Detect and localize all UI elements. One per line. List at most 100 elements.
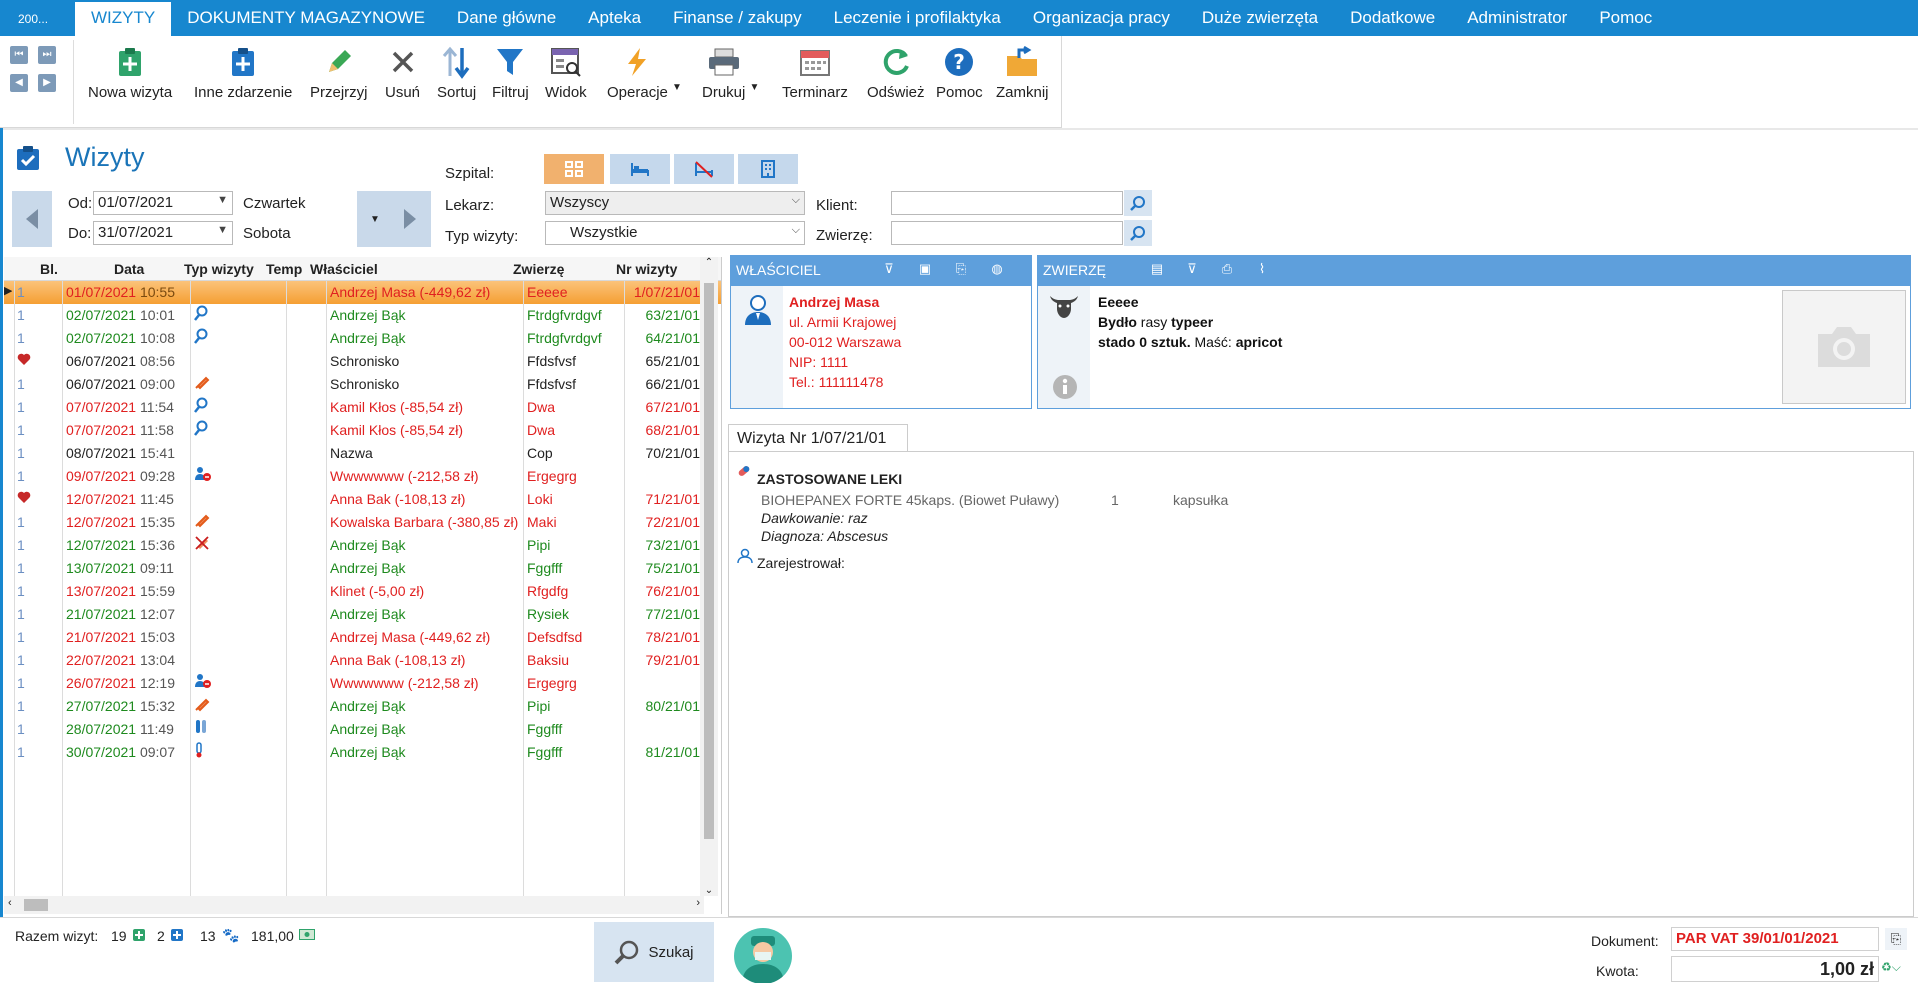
prev-record-icon[interactable]: ◀ [10,74,28,92]
do-date-field[interactable]: 31/07/2021 ▼ [93,221,233,245]
first-record-icon[interactable]: ⏮ [10,46,28,64]
table-row[interactable]: 1 26/07/2021 12:19 Wwwwwww (-212,58 zł) … [4,672,721,695]
grid-vertical-scrollbar[interactable]: ⌃ ⌄ [700,257,718,896]
sort-button[interactable]: Sortuj [437,44,476,101]
table-row[interactable]: ▶ 1 01/07/2021 10:55 Andrzej Masa (-449,… [4,281,721,304]
table-row[interactable]: 1 06/07/2021 09:00 Schronisko Ffdsfvsf 6… [4,373,721,396]
table-row[interactable]: 1 13/07/2021 15:59 Klinet (-5,00 zł) Rfg… [4,580,721,603]
drug-unit: kapsułka [1173,492,1229,508]
col-typ[interactable]: Typ wizyty [176,257,264,280]
table-row[interactable]: 1 08/07/2021 15:41 Nazwa Cop 70/21/01 [4,442,721,465]
col-data[interactable]: Data [42,257,176,280]
print-button[interactable]: Drukuj ▼ [702,44,759,101]
money-icon[interactable]: ▣ [916,261,934,279]
grid-horizontal-scroll-thumb[interactable] [24,899,48,911]
calendar-button[interactable]: Terminarz [782,44,848,101]
table-row[interactable]: 1 09/07/2021 09:28 Wwwwwww (-212,58 zł) … [4,465,721,488]
col-zwierze[interactable]: Zwierzę [508,257,608,280]
document-number-field[interactable]: PAR VAT 39/01/01/2021 [1671,927,1879,951]
table-row[interactable]: 1 13/07/2021 09:11 Andrzej Bąk Fggfff 75… [4,557,721,580]
building-toggle[interactable] [738,154,798,184]
owner-name[interactable]: Andrzej Masa [789,292,901,312]
table-row[interactable]: 1 30/07/2021 09:07 Andrzej Bąk Fggfff 81… [4,741,721,764]
table-row[interactable]: 1 12/07/2021 15:35 Kowalska Barbara (-38… [4,511,721,534]
view-button[interactable]: Przejrzyj [310,44,368,101]
animal-name[interactable]: Eeeee [1098,292,1282,312]
amount-field[interactable]: 1,00 zł [1671,956,1879,982]
menu-administrator[interactable]: Administrator [1451,8,1583,36]
menu-duze-zwierzeta[interactable]: Duże zwierzęta [1186,8,1334,36]
layout-view-button[interactable]: Widok [545,44,587,101]
document-icon[interactable]: ⎘ [1885,928,1907,950]
app-label[interactable]: 200... [0,12,75,36]
table-row[interactable]: 1 12/07/2021 15:36 Andrzej Bąk Pipi 73/2… [4,534,721,557]
table-row[interactable]: 1 21/07/2021 15:03 Andrzej Masa (-449,62… [4,626,721,649]
info-icon[interactable] [1052,374,1078,400]
menu-apteka[interactable]: Apteka [572,8,657,36]
menu-pomoc[interactable]: Pomoc [1583,8,1668,36]
menu-wizyty[interactable]: WIZYTY [75,2,172,36]
period-select-button[interactable]: ▼ [357,191,431,247]
prev-period-button[interactable] [12,191,52,247]
klient-search-button[interactable] [1124,190,1152,216]
grid-vertical-scroll-thumb[interactable] [704,283,714,839]
table-row[interactable]: 1 07/07/2021 11:58 Kamil Kłos (-85,54 zł… [4,419,721,442]
table-row[interactable]: 1 28/07/2021 11:49 Andrzej Bąk Fggfff [4,718,721,741]
table-row[interactable]: 1 21/07/2021 12:07 Andrzej Bąk Rysiek 77… [4,603,721,626]
filter-button[interactable]: Filtruj [492,44,529,101]
payment-dropdown-icon[interactable]: ♻⌵ [1881,960,1901,975]
printer-icon[interactable]: ⎙ [1218,261,1236,279]
animal-photo-placeholder[interactable] [1782,290,1906,404]
search-button[interactable]: Szukaj [594,922,714,982]
klient-input[interactable] [891,191,1123,215]
last-record-icon[interactable]: ⏭ [38,46,56,64]
table-row[interactable]: 1 07/07/2021 11:54 Kamil Kłos (-85,54 zł… [4,396,721,419]
col-wlasciciel[interactable]: Właściciel [308,257,508,280]
animal-card-icon[interactable]: ▤ [1148,261,1166,279]
table-row[interactable]: 12/07/2021 11:45 Anna Bak (-108,13 zł) L… [4,488,721,511]
menu-organizacja[interactable]: Organizacja pracy [1017,8,1186,36]
ribbon-toolbar: ⏮ ⏭ ◀ ▶ Nowa wizyta Inne zdarzenie Przej… [0,36,1062,128]
menu-finanse[interactable]: Finanse / zakupy [657,8,818,36]
filter-icon[interactable]: ⊽ [880,261,898,279]
typ-wizyty-select[interactable]: Wszystkie ⌵ [545,221,805,245]
cell-visit-number: 80/21/01 [645,698,701,714]
zwierze-search-button[interactable] [1124,220,1152,246]
col-bl[interactable]: Bl. [4,257,58,280]
refresh-button[interactable]: Odśwież [867,44,925,101]
do-weekday: Sobota [243,225,291,242]
delete-button[interactable]: Usuń [385,44,420,101]
table-row[interactable]: 1 02/07/2021 10:08 Andrzej Bąk Ftrdgfvrd… [4,327,721,350]
no-hospital-toggle[interactable] [674,154,734,184]
zwierze-input[interactable] [891,221,1123,245]
print-dropdown-icon[interactable]: ▼ [749,82,759,93]
next-record-icon[interactable]: ▶ [38,74,56,92]
doctor-avatar[interactable] [734,928,792,983]
od-date-field[interactable]: 01/07/2021 ▼ [93,191,233,215]
col-temp[interactable]: Temp [264,257,308,280]
menu-leczenie[interactable]: Leczenie i profilaktyka [818,8,1017,36]
table-row[interactable]: 06/07/2021 08:56 Schronisko Ffdsfvsf 65/… [4,350,721,373]
new-visit-button[interactable]: Nowa wizyta [88,44,172,101]
operations-dropdown-icon[interactable]: ▼ [672,82,682,93]
hospital-bed-toggle[interactable] [610,154,670,184]
document-icon[interactable]: ⎘ [952,261,970,279]
lekarz-select[interactable]: Wszyscy ⌵ [545,191,805,215]
visit-tab[interactable]: Wizyta Nr 1/07/21/01 [728,424,908,452]
close-button[interactable]: Zamknij [996,44,1049,101]
table-row[interactable]: 1 27/07/2021 15:32 Andrzej Bąk Pipi 80/2… [4,695,721,718]
menu-dane-glowne[interactable]: Dane główne [441,8,572,36]
chat-icon[interactable]: ◍ [988,261,1006,279]
hospital-all-toggle[interactable] [544,154,604,184]
grid-horizontal-scrollbar[interactable]: ‹ › [4,896,704,914]
table-row[interactable]: 1 02/07/2021 10:01 Andrzej Bąk Ftrdgfvrd… [4,304,721,327]
help-button[interactable]: ? Pomoc [936,44,983,101]
operations-button[interactable]: Operacje ▼ [607,44,682,101]
col-nr[interactable]: Nr wizyty [608,257,688,280]
table-row[interactable]: 1 22/07/2021 13:04 Anna Bak (-108,13 zł)… [4,649,721,672]
menu-dokumenty[interactable]: DOKUMENTY MAGAZYNOWE [171,8,441,36]
other-event-button[interactable]: Inne zdarzenie [194,44,292,101]
attachment-icon[interactable]: ⌇ [1253,261,1271,279]
menu-dodatkowe[interactable]: Dodatkowe [1334,8,1451,36]
filter-icon[interactable]: ⊽ [1183,261,1201,279]
